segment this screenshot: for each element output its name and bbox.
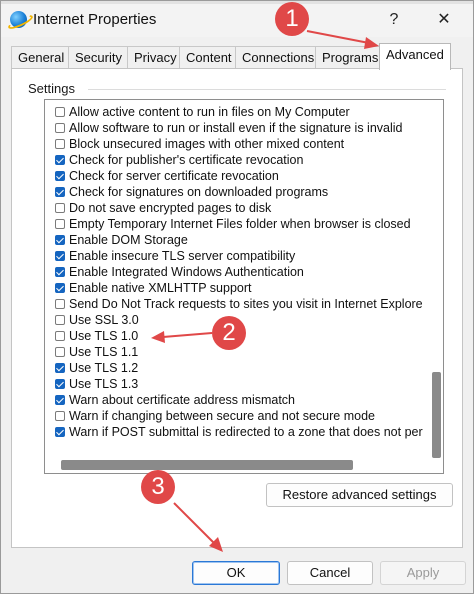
setting-label: Send Do Not Track requests to sites you …	[69, 297, 423, 311]
setting-label: Enable native XMLHTTP support	[69, 281, 252, 295]
checkbox-checked[interactable]	[55, 283, 65, 293]
vertical-scroll-thumb[interactable]	[432, 372, 441, 458]
setting-do-not-track[interactable]: Send Do Not Track requests to sites you …	[55, 296, 423, 312]
tab-programs[interactable]: Programs	[315, 46, 386, 69]
checkbox-checked[interactable]	[55, 427, 65, 437]
setting-label: Check for server certificate revocation	[69, 169, 279, 183]
settings-list[interactable]: Allow active content to run in files on …	[44, 99, 444, 474]
setting-allow-software-invalid-signature[interactable]: Allow software to run or install even if…	[55, 120, 403, 136]
checkbox-unchecked[interactable]	[55, 315, 65, 325]
horizontal-scroll-thumb[interactable]	[61, 460, 353, 470]
setting-label: Use TLS 1.3	[69, 377, 139, 391]
close-button[interactable]: ✕	[429, 8, 459, 32]
tab-security[interactable]: Security	[68, 46, 129, 69]
setting-use-tls-1-2[interactable]: Use TLS 1.2	[55, 360, 138, 376]
setting-label: Check for publisher's certificate revoca…	[69, 153, 304, 167]
setting-label: Use TLS 1.1	[69, 345, 139, 359]
checkbox-unchecked[interactable]	[55, 219, 65, 229]
setting-label: Allow active content to run in files on …	[69, 105, 350, 119]
setting-label: Empty Temporary Internet Files folder wh…	[69, 217, 411, 231]
restore-advanced-settings-button[interactable]: Restore advanced settings	[266, 483, 453, 507]
checkbox-checked[interactable]	[55, 267, 65, 277]
setting-warn-cert-mismatch[interactable]: Warn about certificate address mismatch	[55, 392, 295, 408]
setting-label: Warn if changing between secure and not …	[69, 409, 375, 423]
settings-group-label: Settings	[28, 81, 81, 96]
tab-content[interactable]: Content	[179, 46, 239, 69]
setting-enable-dom-storage[interactable]: Enable DOM Storage	[55, 232, 188, 248]
internet-explorer-icon	[10, 11, 27, 28]
checkbox-unchecked[interactable]	[55, 107, 65, 117]
tab-connections[interactable]: Connections	[235, 46, 322, 69]
setting-native-xmlhttp[interactable]: Enable native XMLHTTP support	[55, 280, 252, 296]
checkbox-checked[interactable]	[55, 379, 65, 389]
checkbox-unchecked[interactable]	[55, 331, 65, 341]
horizontal-scrollbar[interactable]	[47, 460, 429, 470]
step-2-badge: 2	[212, 316, 246, 350]
setting-label: Do not save encrypted pages to disk	[69, 201, 272, 215]
checkbox-checked[interactable]	[55, 171, 65, 181]
checkbox-checked[interactable]	[55, 235, 65, 245]
setting-label: Allow software to run or install even if…	[69, 121, 403, 135]
window-title: Internet Properties	[33, 11, 157, 28]
setting-block-unsecured-images[interactable]: Block unsecured images with other mixed …	[55, 136, 344, 152]
checkbox-checked[interactable]	[55, 187, 65, 197]
setting-label: Enable insecure TLS server compatibility	[69, 249, 296, 263]
vertical-scrollbar[interactable]	[432, 102, 441, 462]
tab-advanced[interactable]: Advanced	[379, 43, 451, 70]
setting-use-tls-1-3[interactable]: Use TLS 1.3	[55, 376, 138, 392]
cancel-button[interactable]: Cancel	[287, 561, 373, 585]
checkbox-unchecked[interactable]	[55, 203, 65, 213]
setting-label: Use TLS 1.2	[69, 361, 139, 375]
setting-label: Block unsecured images with other mixed …	[69, 137, 345, 151]
setting-label: Check for signatures on downloaded progr…	[69, 185, 329, 199]
checkbox-checked[interactable]	[55, 155, 65, 165]
checkbox-checked[interactable]	[55, 251, 65, 261]
settings-divider	[88, 89, 446, 90]
checkbox-unchecked[interactable]	[55, 123, 65, 133]
step-3-badge: 3	[141, 470, 175, 504]
setting-empty-temp-files[interactable]: Empty Temporary Internet Files folder wh…	[55, 216, 411, 232]
step-1-badge: 1	[275, 2, 309, 36]
checkbox-unchecked[interactable]	[55, 139, 65, 149]
advanced-panel: Settings Allow active content to run in …	[11, 68, 463, 548]
internet-properties-dialog: Internet Properties ? ✕ General Security…	[0, 0, 474, 594]
setting-warn-post-redirect[interactable]: Warn if POST submittal is redirected to …	[55, 424, 423, 440]
setting-do-not-save-encrypted[interactable]: Do not save encrypted pages to disk	[55, 200, 271, 216]
tab-general[interactable]: General	[11, 46, 72, 69]
setting-use-tls-1-1[interactable]: Use TLS 1.1	[55, 344, 138, 360]
checkbox-unchecked[interactable]	[55, 347, 65, 357]
setting-warn-secure-mode[interactable]: Warn if changing between secure and not …	[55, 408, 375, 424]
help-button[interactable]: ?	[379, 8, 409, 32]
tab-privacy[interactable]: Privacy	[127, 46, 184, 69]
ok-button[interactable]: OK	[192, 561, 280, 585]
setting-use-ssl-3[interactable]: Use SSL 3.0	[55, 312, 139, 328]
title-bar: Internet Properties ? ✕	[1, 4, 473, 37]
setting-label: Warn about certificate address mismatch	[69, 393, 296, 407]
setting-allow-active-content[interactable]: Allow active content to run in files on …	[55, 104, 350, 120]
setting-label: Enable Integrated Windows Authentication	[69, 265, 304, 279]
setting-insecure-tls-compat[interactable]: Enable insecure TLS server compatibility	[55, 248, 295, 264]
tab-strip: General Security Privacy Content Connect…	[1, 43, 473, 70]
setting-check-signatures[interactable]: Check for signatures on downloaded progr…	[55, 184, 328, 200]
setting-label: Enable DOM Storage	[69, 233, 188, 247]
checkbox-checked[interactable]	[55, 363, 65, 373]
checkbox-unchecked[interactable]	[55, 299, 65, 309]
setting-server-cert-revocation[interactable]: Check for server certificate revocation	[55, 168, 279, 184]
apply-button: Apply	[380, 561, 466, 585]
setting-use-tls-1-0[interactable]: Use TLS 1.0	[55, 328, 138, 344]
setting-label: Use TLS 1.0	[69, 329, 139, 343]
setting-integrated-windows-auth[interactable]: Enable Integrated Windows Authentication	[55, 264, 304, 280]
checkbox-unchecked[interactable]	[55, 411, 65, 421]
setting-label: Use SSL 3.0	[69, 313, 139, 327]
setting-publisher-cert-revocation[interactable]: Check for publisher's certificate revoca…	[55, 152, 303, 168]
setting-label: Warn if POST submittal is redirected to …	[69, 425, 423, 439]
checkbox-checked[interactable]	[55, 395, 65, 405]
